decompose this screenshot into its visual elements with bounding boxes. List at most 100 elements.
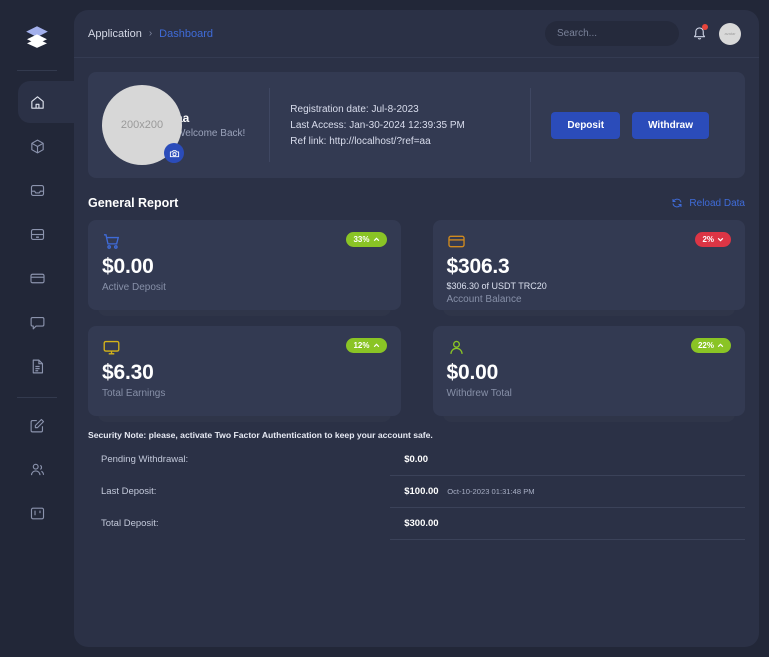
table-row: Pending Withdrawal: $0.00 — [88, 444, 745, 476]
users-icon — [30, 463, 44, 475]
reload-data-button[interactable]: Reload Data — [671, 197, 745, 209]
row-value: $300.00 — [390, 507, 745, 540]
row-label: Pending Withdrawal: — [101, 454, 189, 466]
search-input[interactable] — [557, 28, 689, 39]
withdraw-button[interactable]: Withdraw — [632, 111, 709, 139]
profile-welcome: Welcome Back! — [176, 128, 246, 139]
stat-card-total-earnings[interactable]: 12% $6.30 Total Earnings — [88, 326, 401, 416]
main-panel: Application › Dashboard Search... avatar… — [74, 10, 759, 647]
stat-card-value: $6.30 — [102, 361, 154, 384]
stat-card-top: 2% — [447, 232, 731, 251]
avatar[interactable]: avatar — [719, 22, 741, 45]
breadcrumb: Application › Dashboard — [88, 28, 213, 40]
layers-icon — [26, 26, 48, 48]
stat-card-top: 33% — [102, 232, 387, 251]
stat-card-active-deposit[interactable]: 33% $0.00 Active Deposit — [88, 220, 401, 310]
shopping-cart-icon — [103, 234, 120, 249]
profile-avatar-block: 200x200 aa Welcome Back! — [88, 72, 269, 178]
stat-card-shell: 22% $0.00 Withdrew Total — [432, 326, 745, 422]
sidebar-item-compose[interactable] — [0, 408, 74, 442]
content-area: 200x200 aa Welcome Back! Registration da… — [74, 58, 759, 540]
app-logo[interactable] — [17, 16, 57, 56]
sidebar-item-messages[interactable] — [0, 305, 74, 339]
sidebar-item-packages[interactable] — [0, 129, 74, 163]
archive-icon — [30, 228, 44, 240]
last-access: Last Access: Jan-30-2024 12:39:35 PM — [290, 119, 465, 131]
stat-card-badge: 2% — [695, 232, 731, 247]
row-timestamp: Oct-10-2023 01:31:48 PM — [447, 487, 535, 496]
stat-card-badge: 33% — [346, 232, 387, 247]
message-icon — [30, 316, 44, 329]
credit-card-icon — [29, 273, 45, 283]
sidebar-item-inbox[interactable] — [0, 173, 74, 207]
inbox-icon — [30, 184, 44, 196]
security-note: Security Note: please, activate Two Fact… — [88, 430, 433, 440]
notification-badge — [702, 23, 708, 30]
user-icon — [449, 340, 463, 354]
sidebar-logo-divider — [17, 70, 57, 71]
breadcrumb-separator: › — [148, 28, 153, 39]
row-label: Last Deposit: — [101, 486, 157, 497]
sidebar-divider — [17, 397, 57, 398]
app-root: Application › Dashboard Search... avatar… — [0, 0, 769, 657]
stat-card-account-balance[interactable]: 2% $306.3 $306.30 of USDT TRC20 Account … — [432, 220, 745, 310]
stat-card-withdrew-total[interactable]: 22% $0.00 Withdrew Total — [432, 326, 745, 416]
stat-card-badge-value: 33% — [353, 235, 370, 244]
stat-card-badge-value: 12% — [353, 341, 370, 350]
sidebar-item-boards[interactable] — [0, 496, 74, 530]
stat-card-sub: $306.30 of USDT TRC20 — [446, 281, 547, 291]
avatar-label: avatar — [724, 31, 736, 36]
summary-table: Pending Withdrawal: $0.00 Last Deposit: … — [88, 444, 745, 540]
chevron-down-icon — [717, 237, 724, 242]
stat-card-shell: 2% $306.3 $306.30 of USDT TRC20 Account … — [432, 220, 745, 316]
stat-cards-grid: 33% $0.00 Active Deposit 2% $306.3 $306.… — [88, 220, 745, 422]
row-value: $0.00 — [390, 444, 745, 476]
row-value: $100.00 Oct-10-2023 01:31:48 PM — [390, 475, 745, 508]
chevron-up-icon — [717, 343, 724, 348]
stat-card-shell: 12% $6.30 Total Earnings — [88, 326, 401, 422]
breadcrumb-root[interactable]: Application — [88, 28, 142, 40]
reload-data-label: Reload Data — [689, 197, 745, 209]
home-icon — [30, 95, 44, 109]
profile-username: aa — [176, 111, 190, 125]
deposit-button[interactable]: Deposit — [551, 111, 621, 139]
profile-card: 200x200 aa Welcome Back! Registration da… — [88, 72, 745, 178]
stat-card-label: Account Balance — [446, 294, 522, 305]
ref-link[interactable]: Ref link: http://localhost/?ref=aa — [290, 136, 510, 147]
profile-identity: aa Welcome Back! — [176, 111, 245, 139]
sidebar-item-home[interactable] — [0, 81, 82, 123]
breadcrumb-current[interactable]: Dashboard — [159, 28, 213, 40]
chevron-up-icon — [373, 237, 379, 242]
sidebar-nav — [0, 81, 82, 530]
registration-date: Registration date: Jul-8-2023 — [290, 103, 419, 115]
monitor-icon — [103, 340, 120, 355]
sidebar — [0, 0, 82, 657]
page-title: General Report — [88, 196, 179, 210]
change-avatar-button[interactable] — [164, 143, 184, 163]
sidebar-item-billing[interactable] — [0, 261, 74, 295]
sidebar-item-users[interactable] — [0, 452, 74, 486]
row-label: Total Deposit: — [101, 518, 159, 529]
stat-card-badge-value: 2% — [702, 235, 714, 244]
table-row: Last Deposit: $100.00 Oct-10-2023 01:31:… — [88, 475, 745, 508]
square-pen-icon — [30, 418, 44, 432]
chevron-up-icon — [373, 343, 379, 348]
stat-card-top: 22% — [447, 338, 731, 357]
file-text-icon — [32, 359, 43, 373]
sidebar-item-archive[interactable] — [0, 217, 74, 251]
table-row: Total Deposit: $300.00 — [88, 507, 745, 540]
stat-card-value: $0.00 — [446, 361, 499, 384]
stat-card-label: Total Earnings — [102, 388, 166, 399]
sidebar-item-documents[interactable] — [0, 349, 74, 383]
notifications-button[interactable] — [689, 23, 709, 44]
camera-icon — [169, 149, 179, 157]
stat-card-badge: 12% — [346, 338, 387, 353]
search-box[interactable] — [545, 21, 689, 46]
stat-card-value: $306.3 — [446, 255, 510, 278]
report-header: General Report Reload Data — [88, 196, 745, 210]
stat-card-top: 12% — [102, 338, 387, 357]
header-actions: avatar — [545, 21, 741, 46]
row-amount: $100.00 — [404, 486, 439, 497]
top-header: Application › Dashboard Search... avatar — [74, 10, 759, 58]
stat-card-badge-value: 22% — [697, 341, 714, 350]
